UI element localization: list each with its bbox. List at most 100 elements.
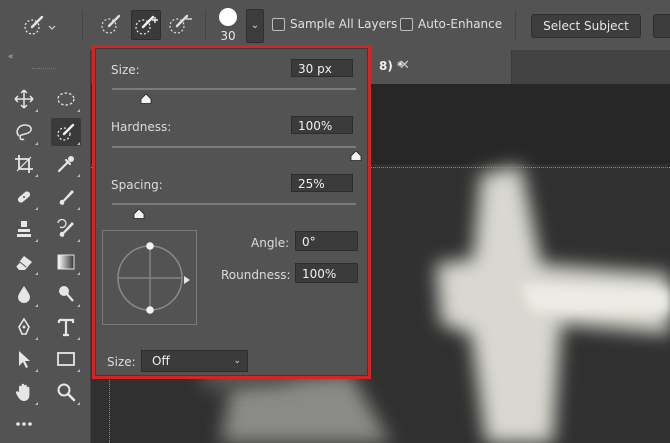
spacing-slider-track[interactable] <box>112 203 356 205</box>
rectangle-icon <box>57 352 75 366</box>
brush-preview[interactable]: 30 <box>215 8 241 44</box>
tool-lasso[interactable] <box>9 118 39 146</box>
type-icon <box>57 318 75 336</box>
tool-history-brush[interactable] <box>51 215 81 243</box>
spacing-input[interactable]: 25% <box>291 174 353 192</box>
tool-spot-healing[interactable] <box>9 183 39 211</box>
history-brush-icon <box>57 219 74 237</box>
more-icon <box>16 422 32 426</box>
hardness-input[interactable]: 100% <box>291 116 353 134</box>
tool-quick-selection[interactable] <box>51 117 81 146</box>
roundness-label: Roundness: <box>221 268 291 282</box>
roundness-input[interactable]: 100% <box>295 263 358 283</box>
tool-group-indicator <box>77 304 80 307</box>
pen-size-select[interactable]: Off ⌄ <box>141 350 248 372</box>
tool-rectangle[interactable] <box>51 345 81 373</box>
spacing-slider-thumb[interactable] <box>133 209 145 219</box>
quick-selection-icon <box>57 123 75 141</box>
tool-group-indicator <box>35 239 38 242</box>
tool-group-indicator <box>77 206 80 210</box>
add-to-selection-button[interactable] <box>131 10 161 40</box>
quick-selection-preset-icon <box>24 15 56 35</box>
zoom-icon <box>57 383 76 401</box>
tool-group-indicator <box>77 109 80 112</box>
tool-pen[interactable] <box>9 313 39 341</box>
hardness-slider-track[interactable] <box>112 146 356 148</box>
brush-icon <box>59 189 74 205</box>
path-selection-icon <box>19 351 30 368</box>
tool-path-selection[interactable] <box>9 345 39 373</box>
subtract-from-selection-button[interactable] <box>166 10 194 38</box>
tool-move[interactable] <box>9 85 39 113</box>
angle-dial-icon <box>117 242 183 314</box>
tool-group-indicator <box>77 239 80 242</box>
auto-enhance-checkbox[interactable] <box>400 18 413 31</box>
brush-settings-popover: Size: 30 px Hardness: 100% Spacing: 25% … <box>92 45 371 379</box>
crop-icon <box>15 155 33 173</box>
chevron-down-icon: ⌄ <box>233 356 241 366</box>
tool-brush[interactable] <box>51 183 81 211</box>
tool-clone-stamp[interactable] <box>9 215 39 243</box>
select-and-mask-button[interactable] <box>653 14 670 38</box>
pen-icon <box>18 316 30 335</box>
tool-group-indicator <box>35 369 38 372</box>
brush-size-readout: 30 <box>220 29 236 43</box>
pen-size-label: Size: <box>107 355 136 369</box>
tool-eraser[interactable] <box>9 248 39 276</box>
tool-group-indicator <box>77 369 80 372</box>
brush-select-icon <box>101 14 121 34</box>
angle-direction-arrow-icon[interactable] <box>184 276 190 284</box>
spot-healing-icon <box>17 190 31 203</box>
tool-group-indicator <box>35 401 38 405</box>
tool-eyedropper[interactable] <box>51 150 81 178</box>
separator <box>82 10 83 40</box>
brush-add-icon <box>135 15 158 35</box>
tool-group-indicator <box>77 174 80 177</box>
hardness-slider-thumb[interactable] <box>350 151 362 161</box>
auto-enhance-label: Auto-Enhance <box>418 17 503 31</box>
tool-group-indicator <box>35 174 38 177</box>
tool-crop[interactable] <box>9 150 39 178</box>
size-label: Size: <box>111 63 140 77</box>
size-input[interactable]: 30 px <box>291 59 353 77</box>
size-slider-track[interactable] <box>112 88 356 90</box>
hardness-label: Hardness: <box>111 120 172 134</box>
angle-label: Angle: <box>251 236 290 250</box>
separator <box>515 10 516 40</box>
collapse-panel-icon[interactable]: « <box>8 52 13 62</box>
tool-type[interactable] <box>51 313 81 341</box>
tool-zoom[interactable] <box>51 378 81 406</box>
elliptical-marquee-icon <box>57 92 75 106</box>
size-slider-thumb[interactable] <box>140 94 152 104</box>
clone-stamp-icon <box>17 221 31 237</box>
select-subject-button[interactable]: Select Subject <box>531 14 641 38</box>
close-tab-icon[interactable]: ✕ <box>399 58 410 73</box>
tool-group-indicator <box>35 336 38 340</box>
tool-gradient[interactable] <box>51 248 81 276</box>
dodge-icon <box>59 286 74 302</box>
tool-preset-picker[interactable] <box>22 12 58 38</box>
tool-group-indicator <box>35 271 38 275</box>
sample-all-layers-checkbox[interactable] <box>272 18 285 31</box>
tool-group-indicator <box>35 206 38 210</box>
tool-hand[interactable] <box>9 378 39 406</box>
lasso-icon <box>16 123 32 140</box>
move-icon <box>14 89 34 109</box>
brush-angle-preview[interactable] <box>102 230 197 325</box>
panel-grip[interactable] <box>32 68 56 71</box>
pen-size-value: Off <box>152 354 170 368</box>
tool-blur[interactable] <box>9 280 39 308</box>
brush-picker-dropdown[interactable]: ⌄ <box>246 9 264 43</box>
brush-tip-icon <box>219 8 237 26</box>
tool-more[interactable] <box>9 410 39 438</box>
tool-group-indicator <box>77 401 80 405</box>
tool-dodge[interactable] <box>51 280 81 308</box>
tool-elliptical-marquee[interactable] <box>51 85 81 113</box>
gradient-icon <box>57 254 75 269</box>
tool-group-indicator <box>35 304 38 307</box>
document-tab[interactable]: 8) * <box>371 50 512 84</box>
options-bar: 30 ⌄ Sample All Layers Auto-Enhance Sele… <box>0 0 670 51</box>
new-selection-button[interactable] <box>98 10 126 38</box>
separator <box>205 10 206 40</box>
angle-input[interactable]: 0° <box>295 231 358 251</box>
